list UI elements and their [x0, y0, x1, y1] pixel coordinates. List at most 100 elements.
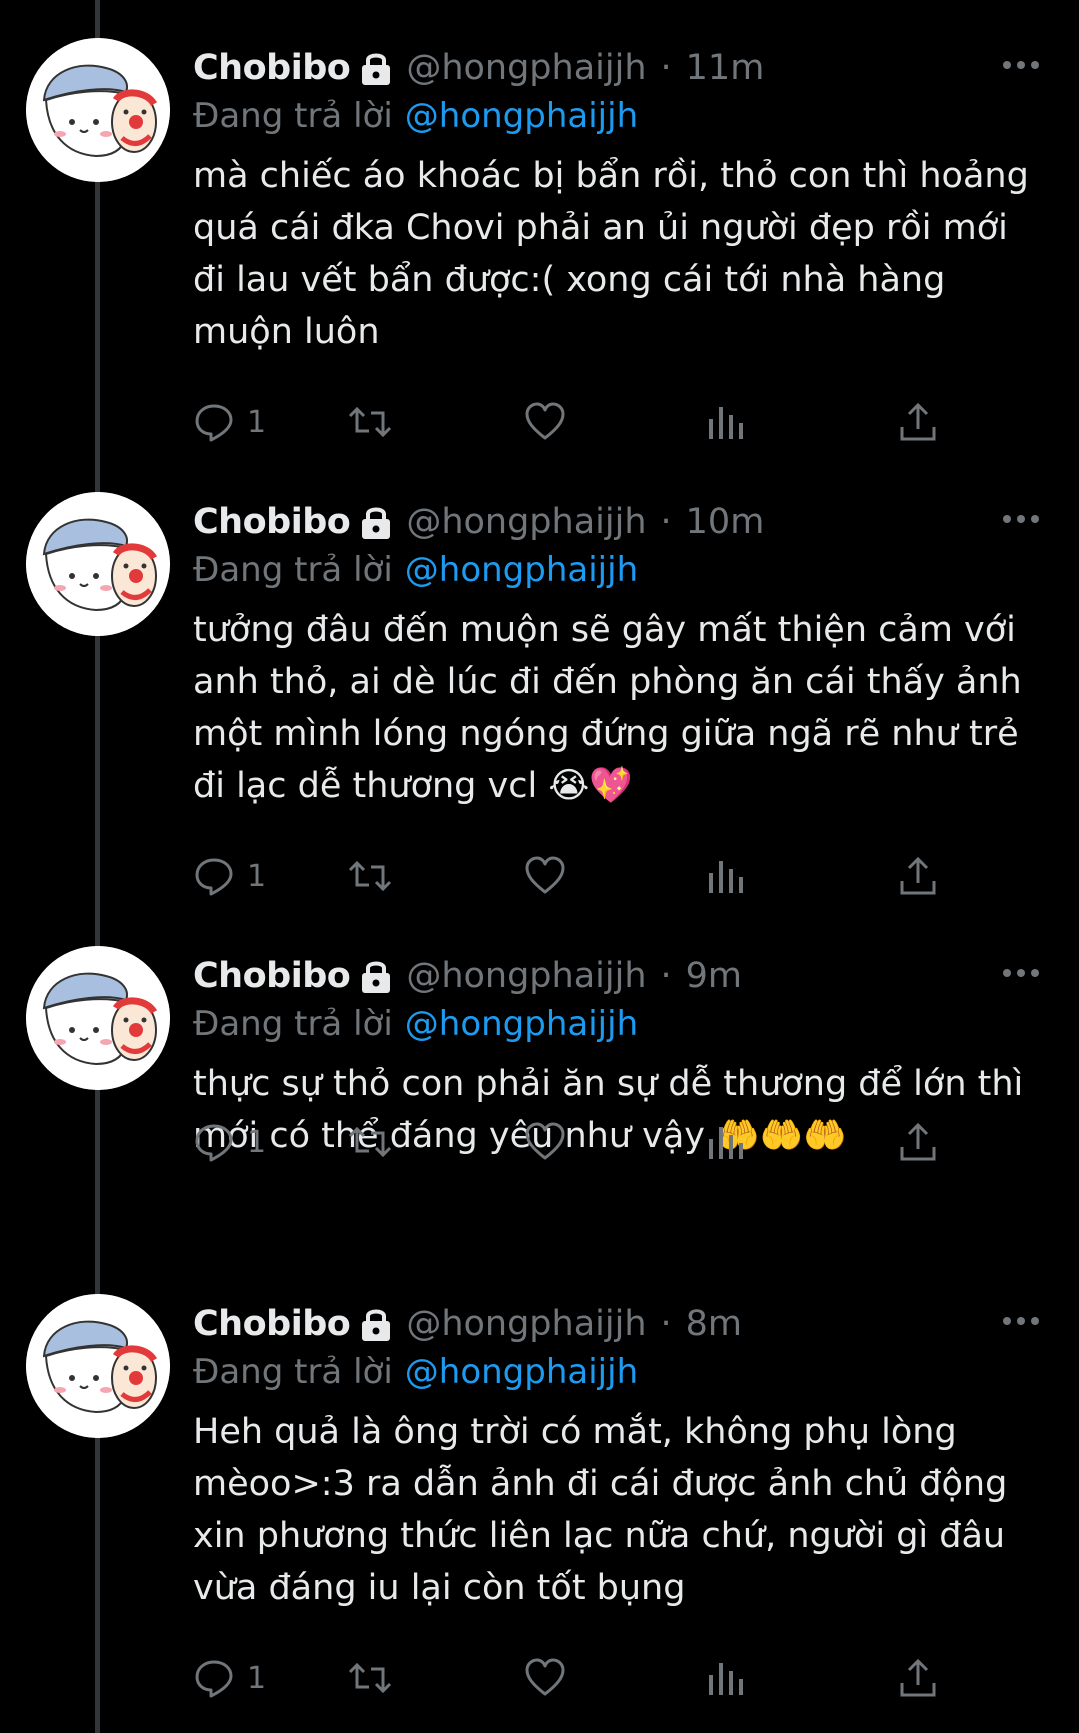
avatar-cat-clown-icon — [26, 946, 170, 1090]
tweet-header: Chobibo @hongphaijjh · 8m — [193, 1300, 742, 1348]
analytics-bar-icon — [709, 407, 743, 439]
view-analytics-button[interactable] — [704, 1653, 746, 1703]
replying-to-label: Đang trả lời — [193, 550, 393, 590]
timestamp[interactable]: 8m — [686, 1304, 742, 1344]
avatar[interactable] — [26, 1294, 170, 1438]
retweet-icon — [348, 860, 392, 892]
share-icon — [900, 856, 936, 895]
share-button[interactable] — [897, 1653, 939, 1703]
heart-icon — [525, 1658, 565, 1696]
user-handle[interactable]: @hongphaijjh — [406, 1304, 646, 1344]
heart-icon — [525, 1122, 565, 1160]
reply-count: 1 — [247, 858, 267, 894]
display-name[interactable]: Chobibo — [193, 48, 351, 88]
tweet-text-line: Heh quả là ông trời có mắt, không phụ lò… — [193, 1412, 957, 1452]
avatar-cat-clown-icon — [26, 1294, 170, 1438]
user-handle[interactable]: @hongphaijjh — [406, 48, 646, 88]
separator-dot: · — [660, 956, 672, 996]
tweet-text-line: đi lạc dễ thương vcl 😭💖 — [193, 766, 633, 806]
separator-dot: · — [660, 48, 672, 88]
tweet-header: Chobibo @hongphaijjh · 9m — [193, 952, 742, 1000]
tweet-text-line: quá cái đka Chovi phải an ủi người đẹp r… — [193, 208, 1008, 248]
analytics-bar-icon — [709, 1127, 743, 1159]
display-name[interactable]: Chobibo — [193, 1304, 351, 1344]
heart-icon — [525, 856, 565, 894]
display-name[interactable]: Chobibo — [193, 956, 351, 996]
replying-to-label: Đang trả lời — [193, 1004, 393, 1044]
tweet-text-line: muộn luôn — [193, 312, 380, 352]
separator-dot: · — [660, 1304, 672, 1344]
tweet-actions: 1 — [193, 1117, 1033, 1167]
protected-lock-icon — [358, 502, 394, 542]
like-button[interactable] — [524, 851, 578, 901]
tweet-text: tưởng đâu đến muộn sẽ gây mất thiện cảm … — [193, 604, 1043, 812]
more-options-icon[interactable] — [1001, 510, 1041, 523]
avatar[interactable] — [26, 492, 170, 636]
replying-to: Đang trả lời @hongphaijjh — [193, 1004, 638, 1044]
share-button[interactable] — [897, 851, 939, 901]
timestamp[interactable]: 11m — [686, 48, 765, 88]
retweet-button[interactable] — [347, 1117, 405, 1167]
avatar-cat-clown-icon — [26, 492, 170, 636]
reply-icon — [195, 1660, 233, 1698]
view-analytics-button[interactable] — [704, 1117, 746, 1167]
more-options-icon[interactable] — [1001, 964, 1041, 977]
like-button[interactable] — [524, 1117, 578, 1167]
thread-connector-line — [95, 0, 100, 1733]
share-icon — [900, 1658, 936, 1697]
replying-to-label: Đang trả lời — [193, 96, 393, 136]
share-icon — [900, 402, 936, 441]
user-handle[interactable]: @hongphaijjh — [406, 956, 646, 996]
tweet-text-line: anh thỏ, ai dè lúc đi đến phòng ăn cái t… — [193, 662, 1022, 702]
tweet-header: Chobibo @hongphaijjh · 10m — [193, 498, 764, 546]
like-button[interactable] — [524, 1653, 578, 1703]
replying-to: Đang trả lời @hongphaijjh — [193, 1352, 638, 1392]
timestamp[interactable]: 10m — [686, 502, 765, 542]
replying-to-mention-link[interactable]: @hongphaijjh — [405, 96, 638, 136]
reply-button[interactable]: 1 — [193, 851, 266, 901]
separator-dot: · — [660, 502, 672, 542]
reply-button[interactable]: 1 — [193, 1653, 266, 1703]
more-options-icon[interactable] — [1001, 56, 1041, 69]
protected-lock-icon — [358, 956, 394, 996]
user-handle[interactable]: @hongphaijjh — [406, 502, 646, 542]
retweet-button[interactable] — [347, 851, 405, 901]
display-name[interactable]: Chobibo — [193, 502, 351, 542]
share-button[interactable] — [897, 1117, 939, 1167]
avatar[interactable] — [26, 946, 170, 1090]
replying-to-mention-link[interactable]: @hongphaijjh — [405, 1004, 638, 1044]
heart-icon — [525, 402, 565, 440]
protected-lock-icon — [358, 1304, 394, 1344]
reply-button[interactable]: 1 — [193, 1117, 266, 1167]
view-analytics-button[interactable] — [704, 851, 746, 901]
replying-to: Đang trả lời @hongphaijjh — [193, 550, 638, 590]
tweet-actions: 1 — [193, 1653, 1033, 1703]
replying-to: Đang trả lời @hongphaijjh — [193, 96, 638, 136]
more-options-icon[interactable] — [1001, 1312, 1041, 1325]
tweet-text: mà chiếc áo khoác bị bẩn rồi, thỏ con th… — [193, 150, 1043, 358]
avatar-cat-clown-icon — [26, 38, 170, 182]
analytics-bar-icon — [709, 861, 743, 893]
tweet-actions: 1 — [193, 397, 1033, 447]
replying-to-mention-link[interactable]: @hongphaijjh — [405, 550, 638, 590]
view-analytics-button[interactable] — [704, 397, 746, 447]
tweet-actions: 1 — [193, 851, 1033, 901]
share-button[interactable] — [897, 397, 939, 447]
timestamp[interactable]: 9m — [686, 956, 742, 996]
tweet-text-line: đi lau vết bẩn được:( xong cái tới nhà h… — [193, 260, 946, 300]
tweet-text-line: xin phương thức liên lạc nữa chứ, người … — [193, 1516, 1006, 1556]
tweet-text-line: mèoo>:3 ra dẫn ảnh đi cái được ảnh chủ đ… — [193, 1464, 1008, 1504]
tweet-text-line: vừa đáng iu lại còn tốt bụng — [193, 1568, 686, 1608]
avatar[interactable] — [26, 38, 170, 182]
reply-icon — [195, 404, 233, 442]
retweet-button[interactable] — [347, 1653, 405, 1703]
reply-button[interactable]: 1 — [193, 397, 266, 447]
reply-count: 1 — [247, 404, 267, 440]
replying-to-mention-link[interactable]: @hongphaijjh — [405, 1352, 638, 1392]
retweet-button[interactable] — [347, 397, 405, 447]
retweet-icon — [348, 1126, 392, 1158]
tweet-text-line: tưởng đâu đến muộn sẽ gây mất thiện cảm … — [193, 610, 1016, 650]
like-button[interactable] — [524, 397, 578, 447]
analytics-bar-icon — [709, 1663, 743, 1695]
reply-count: 1 — [247, 1124, 267, 1160]
